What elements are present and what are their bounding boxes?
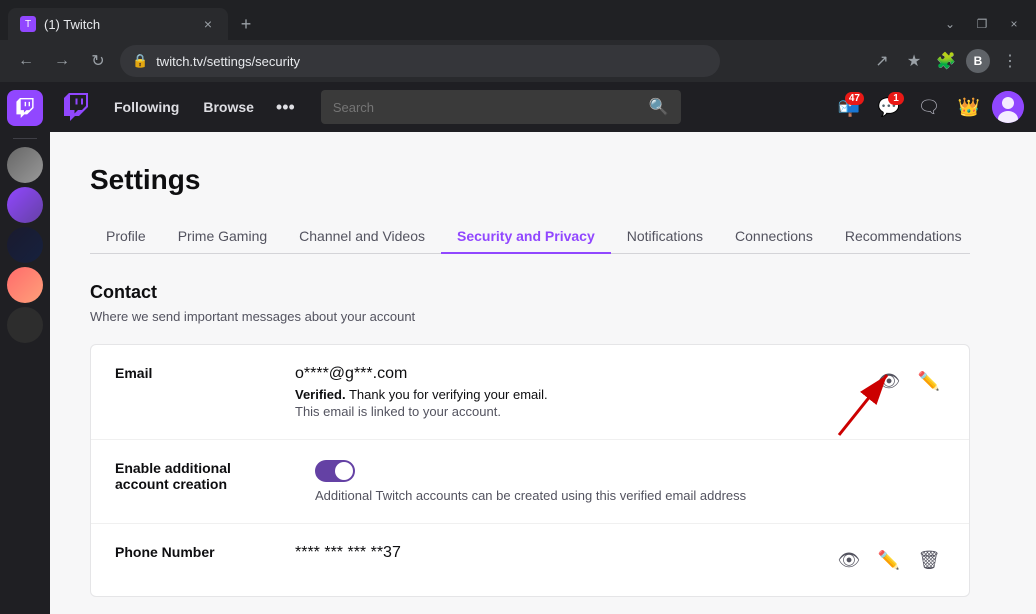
close-window-button[interactable]: ×	[1000, 10, 1028, 38]
phone-label: Phone Number	[115, 544, 295, 560]
extensions-icon[interactable]: 🧩	[932, 47, 960, 75]
page-title: Settings	[90, 164, 970, 196]
settings-tabs: Profile Prime Gaming Channel and Videos …	[90, 220, 970, 254]
lock-icon: 🔒	[132, 53, 148, 69]
nav-right-icons: 📬 47 💬 1 🗨 👑	[832, 90, 1024, 124]
phone-content: **** *** *** **37	[295, 544, 833, 566]
maximize-button[interactable]: ❐	[968, 10, 996, 38]
browser-chrome: T (1) Twitch × + ⌄ ❐ × ← → ↻ 🔒 twitch.tv…	[0, 0, 1036, 82]
content-area: Settings Profile Prime Gaming Channel an…	[50, 132, 1010, 614]
phone-actions: 👁 ✏️ 🗑	[833, 544, 945, 576]
phone-edit-icon[interactable]: ✏️	[873, 544, 905, 576]
browser-toolbar: ↗ ★ 🧩 B ⋮	[868, 47, 1024, 75]
tab-security-privacy[interactable]: Security and Privacy	[441, 220, 611, 254]
browse-nav-link[interactable]: Browse	[195, 95, 262, 119]
menu-icon[interactable]: ⋮	[996, 47, 1024, 75]
email-label: Email	[115, 365, 295, 381]
sidebar-avatar-2[interactable]	[7, 187, 43, 223]
email-linked-note: This email is linked to your account.	[295, 404, 873, 419]
enable-toggle-row	[315, 460, 945, 482]
profile-icon[interactable]: B	[964, 47, 992, 75]
address-bar: ← → ↻ 🔒 twitch.tv/settings/security ↗ ★ …	[0, 40, 1036, 82]
twitch-logo-icon	[62, 93, 90, 121]
forward-button[interactable]: →	[48, 47, 76, 75]
email-row: Email o****@g***.com Verified. Thank you…	[91, 345, 969, 440]
contact-section-title: Contact	[90, 282, 970, 303]
tab-favicon: T	[20, 16, 36, 32]
user-avatar-nav[interactable]	[992, 91, 1024, 123]
share-icon[interactable]: ↗	[868, 47, 896, 75]
search-box: 🔍	[321, 90, 681, 124]
email-visibility-icon[interactable]: 👁	[873, 365, 905, 397]
user-avatar-icon	[992, 91, 1024, 123]
verified-message: Thank you for verifying your email.	[349, 387, 548, 402]
tab-recommendations[interactable]: Recommendations	[829, 220, 978, 254]
search-inner[interactable]: 🔍	[321, 90, 681, 124]
search-input[interactable]	[333, 100, 641, 115]
following-nav-link[interactable]: Following	[106, 95, 187, 119]
email-value: o****@g***.com	[295, 365, 873, 383]
sidebar-avatar-3[interactable]	[7, 227, 43, 263]
phone-row: Phone Number **** *** *** **37 👁 ✏️ 🗑	[91, 523, 969, 596]
enable-additional-toggle[interactable]	[315, 460, 355, 482]
window-controls: ⌄ ❐ ×	[936, 10, 1028, 38]
enable-additional-label: Enable additional account creation	[115, 460, 295, 492]
email-content: o****@g***.com Verified. Thank you for v…	[295, 365, 873, 419]
verified-bold: Verified.	[295, 387, 346, 402]
twitch-app: Following Browse ••• 🔍 📬 47 💬 1 🗨	[0, 82, 1036, 614]
search-icon[interactable]: 🔍	[649, 97, 669, 117]
enable-additional-row: Enable additional account creation Addit…	[91, 440, 969, 523]
crown-icon-button[interactable]: 👑	[952, 90, 986, 124]
tab-connections[interactable]: Connections	[719, 220, 829, 254]
twitch-sidebar-logo[interactable]	[7, 90, 43, 126]
sidebar-avatar-1[interactable]	[7, 147, 43, 183]
settings-card: Email o****@g***.com Verified. Thank you…	[90, 344, 970, 597]
sidebar-avatar-5[interactable]	[7, 307, 43, 343]
sidebar	[0, 82, 50, 614]
twitch-glitch-icon	[15, 98, 35, 118]
tab-prime-gaming[interactable]: Prime Gaming	[162, 220, 283, 254]
top-navigation: Following Browse ••• 🔍 📬 47 💬 1 🗨	[50, 82, 1036, 132]
twitch-logo[interactable]	[62, 93, 90, 121]
url-bar[interactable]: 🔒 twitch.tv/settings/security	[120, 45, 720, 77]
enable-additional-content: Additional Twitch accounts can be create…	[315, 460, 945, 503]
new-tab-button[interactable]: +	[232, 10, 260, 38]
tab-channel-videos[interactable]: Channel and Videos	[283, 220, 441, 254]
whispers-button[interactable]: 🗨	[912, 90, 946, 124]
sidebar-avatar-4[interactable]	[7, 267, 43, 303]
tab-profile[interactable]: Profile	[90, 220, 162, 254]
sidebar-divider-1	[13, 138, 37, 139]
browser-profile-avatar: B	[966, 49, 990, 73]
more-nav-button[interactable]: •••	[270, 93, 301, 122]
minimize-button[interactable]: ⌄	[936, 10, 964, 38]
email-verified-text: Verified. Thank you for verifying your e…	[295, 387, 873, 402]
contact-section-description: Where we send important messages about y…	[90, 309, 970, 324]
bookmark-icon[interactable]: ★	[900, 47, 928, 75]
back-button[interactable]: ←	[12, 47, 40, 75]
inbox-badge: 1	[888, 92, 904, 105]
toggle-knob	[335, 462, 353, 480]
email-actions: 👁 ✏️	[873, 365, 945, 397]
email-edit-icon[interactable]: ✏️	[913, 365, 945, 397]
tab-close-button[interactable]: ×	[200, 16, 216, 32]
notifications-button[interactable]: 📬 47	[832, 90, 866, 124]
refresh-button[interactable]: ↻	[84, 47, 112, 75]
phone-visibility-icon[interactable]: 👁	[833, 544, 865, 576]
url-text: twitch.tv/settings/security	[156, 54, 708, 69]
tab-bar: T (1) Twitch × + ⌄ ❐ ×	[0, 0, 1036, 40]
tab-notifications[interactable]: Notifications	[611, 220, 719, 254]
phone-delete-icon[interactable]: 🗑	[913, 544, 945, 576]
tab-title: (1) Twitch	[44, 17, 192, 32]
notifications-badge: 47	[845, 92, 864, 105]
phone-value: **** *** *** **37	[295, 544, 833, 562]
main-content: Settings Profile Prime Gaming Channel an…	[50, 132, 1036, 614]
inbox-button[interactable]: 💬 1	[872, 90, 906, 124]
enable-additional-note: Additional Twitch accounts can be create…	[315, 488, 945, 503]
active-tab[interactable]: T (1) Twitch ×	[8, 8, 228, 40]
